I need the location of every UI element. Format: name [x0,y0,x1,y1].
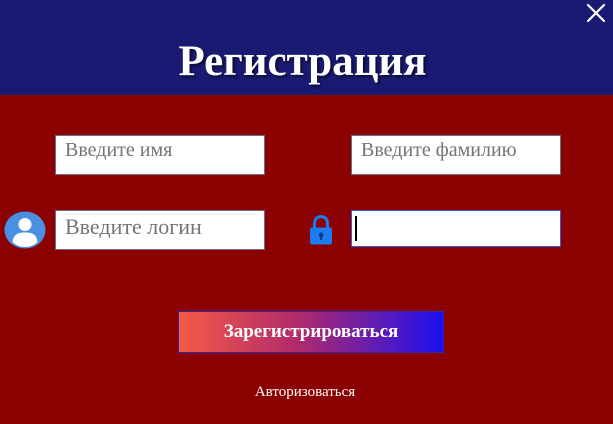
lock-icon [310,214,332,245]
register-button[interactable]: Зарегистрироваться [178,311,444,353]
first-name-input[interactable]: Введите имя [55,135,265,175]
login-placeholder: Введите логин [65,214,202,239]
login-link[interactable]: Авторизоваться [0,382,610,402]
login-input[interactable]: Введите логин [55,210,265,250]
page-title: Регистрация [178,38,427,85]
text-cursor [355,216,357,241]
last-name-placeholder: Введите фамилию [361,139,517,161]
close-icon[interactable] [585,2,607,24]
last-name-input[interactable]: Введите фамилию [351,135,561,175]
password-input[interactable] [351,210,561,247]
user-icon [4,211,46,249]
first-name-placeholder: Введите имя [65,139,173,161]
